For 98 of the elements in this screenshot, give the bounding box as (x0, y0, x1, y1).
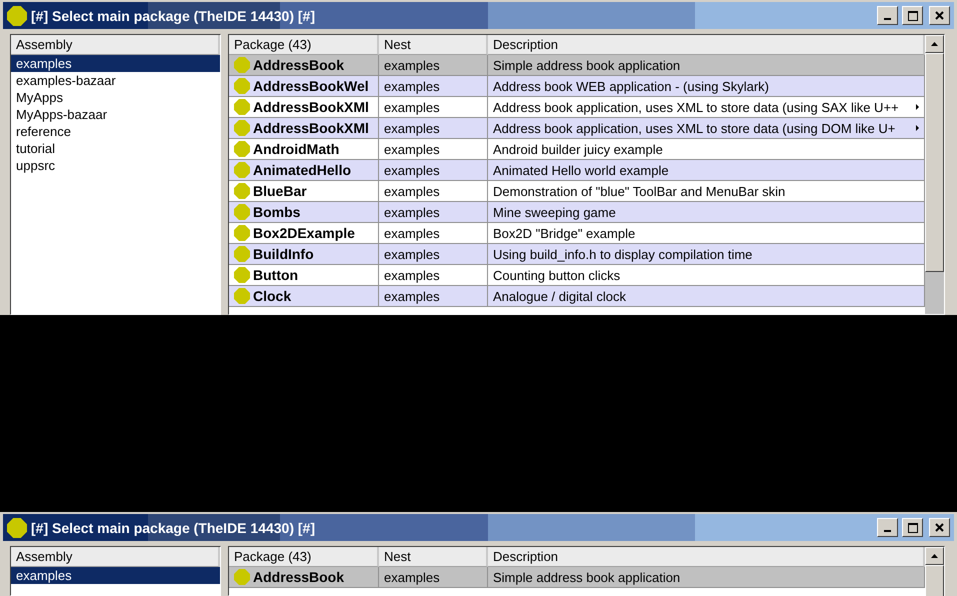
column-header[interactable]: Package (43) (229, 547, 379, 567)
column-header[interactable]: Description (488, 547, 925, 567)
package-description: Analogue / digital clock (493, 288, 626, 304)
package-name: AddressBook (253, 569, 344, 585)
package-row[interactable]: Box2DExample examples Box2D "Bridge" example (229, 223, 925, 244)
close-button[interactable] (929, 518, 950, 537)
package-description: Animated Hello world example (493, 162, 669, 178)
close-button[interactable] (929, 6, 950, 25)
package-icon (234, 204, 250, 220)
nest-cell: examples (379, 139, 488, 159)
package-row[interactable]: AddressBook examples Simple address book application (229, 567, 925, 588)
package-name: AddressBookWel (253, 78, 369, 94)
package-row[interactable]: AddressBookXMl examples Address book application, uses XML to store data (using SAX like U++ (229, 97, 925, 118)
assembly-item[interactable]: examples (11, 55, 220, 72)
package-name: AnimatedHello (253, 162, 352, 178)
package-name: BlueBar (253, 183, 307, 199)
package-row[interactable]: Clock examples Analogue / digital clock (229, 286, 925, 307)
package-description: Using build_info.h to display compilation time (493, 246, 752, 262)
maximize-button[interactable] (902, 518, 923, 537)
window-title: [#] Select main package (TheIDE 14430) [#] (31, 8, 316, 24)
maximize-icon (908, 522, 918, 532)
up-arrow-icon (931, 554, 938, 558)
package-description: Android builder juicy example (493, 142, 663, 156)
package-icon (234, 246, 250, 262)
window-title: [#] Select main package (TheIDE 14430) [#] (31, 520, 316, 536)
package-name: Clock (253, 288, 292, 304)
package-row[interactable]: Bombs examples Mine sweeping game (229, 202, 925, 223)
package-description: Address book application, uses XML to store data (using SAX like U++ (493, 100, 899, 114)
nest-cell: examples (379, 223, 488, 243)
package-icon (234, 78, 250, 94)
package-name: BuildInfo (253, 246, 314, 262)
package-row[interactable]: AddressBookXMl examples Address book application, uses XML to store data (using DOM like U+ (229, 118, 925, 139)
package-name: AddressBookXMl (253, 120, 369, 136)
close-icon (935, 11, 944, 20)
column-header[interactable]: Nest (379, 35, 488, 55)
package-description: Address book application, uses XML to store data (using DOM like U+ (493, 120, 896, 136)
app-icon (7, 518, 27, 538)
package-icon (234, 57, 250, 73)
app-icon (7, 6, 27, 26)
package-icon (234, 267, 250, 283)
package-name: Box2DExample (253, 225, 355, 241)
package-description: Mine sweeping game (493, 204, 616, 220)
scrollbar[interactable] (925, 547, 944, 595)
package-name: AddressBookXMl (253, 99, 369, 115)
minimize-button[interactable] (877, 6, 898, 25)
package-icon (234, 288, 250, 304)
scroll-thumb[interactable] (925, 53, 944, 272)
up-arrow-icon (931, 42, 938, 46)
column-header[interactable]: Assembly (11, 547, 220, 567)
minimize-icon (884, 18, 891, 20)
package-icon (234, 99, 250, 115)
package-description: Demonstration of "blue" ToolBar and MenuBar skin (493, 184, 786, 198)
package-name: Button (253, 267, 298, 283)
nest-cell: examples (379, 97, 488, 117)
package-description: Box2D "Bridge" example (493, 226, 636, 240)
package-name: Bombs (253, 204, 300, 220)
package-row[interactable]: AnimatedHello examples Animated Hello world example (229, 160, 925, 181)
package-icon (234, 120, 250, 136)
column-header[interactable]: Assembly (11, 35, 220, 55)
scroll-up-button[interactable] (925, 35, 944, 53)
nest-cell: examples (379, 181, 488, 201)
package-icon (234, 225, 250, 241)
nest-cell: examples (379, 244, 488, 264)
package-icon (234, 569, 250, 585)
minimize-icon (884, 530, 891, 532)
package-description: Simple address book application (493, 570, 680, 584)
close-icon (935, 523, 944, 532)
nest-cell: examples (379, 567, 488, 587)
nest-cell: examples (379, 55, 488, 75)
package-row[interactable]: AddressBook examples Simple address book application (229, 55, 925, 76)
package-row[interactable]: BuildInfo examples Using build_info.h to display compilation time (229, 244, 925, 265)
package-description: Counting button clicks (493, 268, 620, 282)
package-icon (234, 162, 250, 178)
column-header[interactable]: Nest (379, 547, 488, 567)
nest-cell: examples (379, 265, 488, 285)
package-row[interactable]: BlueBar examples Demonstration of "blue" ToolBar and MenuBar skin (229, 181, 925, 202)
maximize-button[interactable] (902, 6, 923, 25)
package-row[interactable]: AddressBookWel examples Address book WEB application - (using Skylark) (229, 76, 925, 97)
nest-cell: examples (379, 160, 488, 180)
package-icon (234, 141, 250, 157)
nest-cell: examples (379, 118, 488, 138)
package-icon (234, 183, 250, 199)
package-name: AndroidMath (253, 141, 340, 157)
column-header[interactable]: Description (488, 35, 925, 55)
assembly-item[interactable]: examples (11, 567, 220, 584)
package-description: Simple address book application (493, 58, 680, 72)
package-row[interactable]: Button examples Counting button clicks (229, 265, 925, 286)
scrollbar[interactable] (925, 35, 944, 314)
package-description: Address book WEB application - (using Skylark) (493, 78, 770, 94)
minimize-button[interactable] (877, 518, 898, 537)
package-row[interactable]: AndroidMath examples Android builder juicy example (229, 139, 925, 160)
nest-cell: examples (379, 286, 488, 306)
package-name: AddressBook (253, 57, 344, 73)
scroll-up-button[interactable] (925, 547, 944, 565)
maximize-icon (908, 10, 918, 20)
column-header[interactable]: Package (43) (229, 35, 379, 55)
nest-cell: examples (379, 202, 488, 222)
nest-cell: examples (379, 76, 488, 96)
